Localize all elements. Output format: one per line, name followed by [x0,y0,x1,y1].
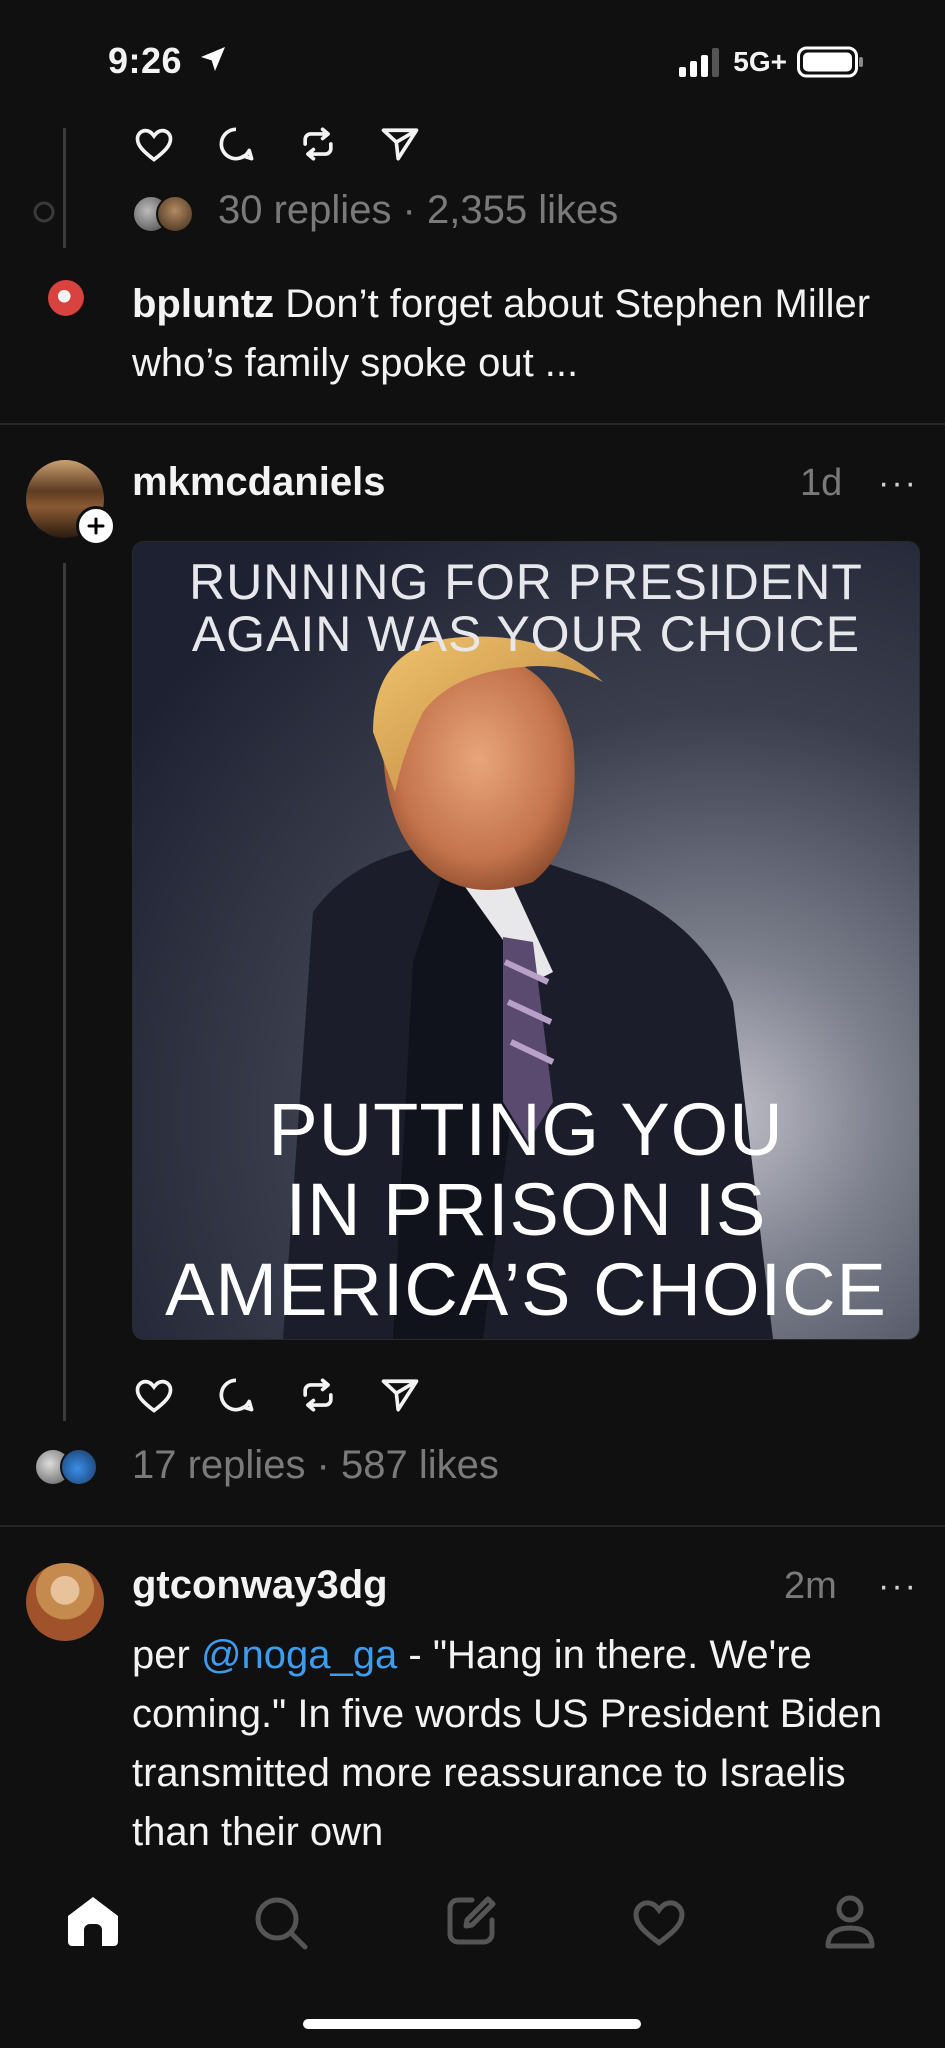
thread-line [63,563,66,1421]
clock: 9:26 [108,40,183,81]
divider [0,423,945,425]
caption-line: IN PRISON IS [285,1168,767,1251]
more-options-button[interactable]: ··· [878,1567,918,1606]
username[interactable]: gtconway3dg [132,1563,388,1608]
avatar[interactable] [26,1563,104,1641]
more-options-button[interactable]: ··· [878,464,918,503]
thread-curve-icon [30,196,66,232]
repost-icon[interactable] [296,1373,340,1417]
plus-icon [86,516,106,536]
reply-icon[interactable] [214,1373,258,1417]
post-meta[interactable]: 17 replies · 587 likes [132,1443,499,1488]
caption-line: RUNNING FOR PRESIDENT [189,554,863,610]
profile-icon[interactable] [822,1892,878,1952]
post-time: 1d [800,462,843,504]
activity-heart-icon[interactable] [630,1894,688,1948]
username[interactable]: mkmcdaniels [132,460,385,505]
replier-avatars [132,195,196,233]
search-icon[interactable] [252,1894,310,1952]
divider [0,1525,945,1527]
location-arrow-icon [197,43,229,75]
repost-icon[interactable] [296,122,340,166]
replier-avatars [34,1448,104,1486]
home-indicator[interactable] [303,2019,641,2029]
post-time: 2m [784,1565,837,1607]
network-type: 5G+ [733,46,787,77]
compose-icon[interactable] [442,1892,500,1950]
avatar [156,195,194,233]
post-text: per @noga_ga - "Hang in there. We're com… [132,1626,922,1862]
post-image[interactable]: RUNNING FOR PRESIDENT AGAIN WAS YOUR CHO… [132,541,920,1340]
like-icon[interactable] [132,1373,176,1417]
home-icon[interactable] [64,1894,122,1948]
follow-button[interactable] [76,506,116,546]
caption-line: PUTTING YOU [268,1088,784,1171]
post-actions [132,122,422,166]
bottom-nav [0,1880,945,1960]
reply-preview[interactable]: bpluntz Don’t forget about Stephen Mille… [132,275,902,393]
signal-icon [679,47,723,77]
post-actions [132,1373,422,1417]
caption-line: AMERICA’S CHOICE [165,1248,887,1331]
image-caption-bottom: PUTTING YOU IN PRISON IS AMERICA’S CHOIC… [133,1090,919,1330]
username[interactable]: bpluntz [132,282,274,326]
share-icon[interactable] [378,122,422,166]
battery-icon [797,46,865,78]
reply-icon[interactable] [214,122,258,166]
status-time: 9:26 [108,40,229,82]
status-indicators: 5G+ [679,46,865,78]
caption-line: AGAIN WAS YOUR CHOICE [191,606,861,662]
like-icon[interactable] [132,122,176,166]
post-text-part: per [132,1633,201,1677]
mention-link[interactable]: @noga_ga [201,1633,397,1677]
share-icon[interactable] [378,1373,422,1417]
post-meta[interactable]: 30 replies · 2,355 likes [218,188,618,233]
image-caption-top: RUNNING FOR PRESIDENT AGAIN WAS YOUR CHO… [133,556,919,660]
avatar [60,1448,98,1486]
avatar[interactable] [48,280,84,316]
